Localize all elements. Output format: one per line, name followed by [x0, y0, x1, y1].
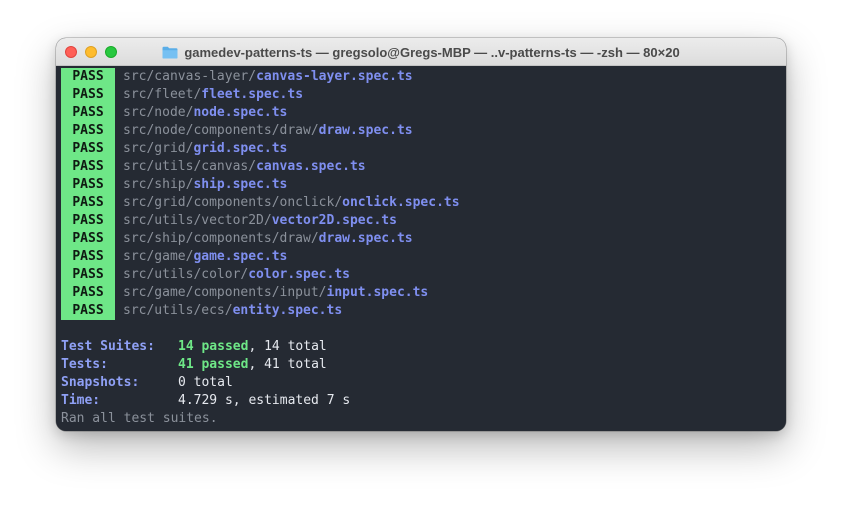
test-file-dir: src/game/ [123, 249, 194, 264]
pass-badge: PASS [61, 68, 115, 86]
test-results-list: PASS src/canvas-layer/canvas-layer.spec.t… [61, 68, 781, 320]
pass-badge: PASS [61, 122, 115, 140]
window-title-area: gamedev-patterns-ts — gregsolo@Gregs-MBP… [56, 38, 786, 66]
test-result-row: PASS src/node/components/draw/draw.spec.t… [61, 122, 781, 140]
pass-badge: PASS [61, 230, 115, 248]
summary-label: Tests: [61, 357, 108, 372]
test-result-row: PASS src/fleet/fleet.spec.ts [61, 86, 781, 104]
test-file-dir: src/utils/vector2D/ [123, 213, 272, 228]
test-file-dir: src/utils/ecs/ [123, 303, 233, 318]
terminal-output[interactable]: PASS src/canvas-layer/canvas-layer.spec.t… [61, 68, 781, 428]
test-file-name: canvas.spec.ts [256, 159, 366, 174]
pass-badge: PASS [61, 212, 115, 230]
pass-badge: PASS [61, 158, 115, 176]
title-bar[interactable]: gamedev-patterns-ts — gregsolo@Gregs-MBP… [56, 38, 786, 66]
terminal-window: gamedev-patterns-ts — gregsolo@Gregs-MBP… [56, 38, 786, 431]
pass-badge: PASS [61, 248, 115, 266]
pass-badge: PASS [61, 284, 115, 302]
summary-value: 4.729 s, estimated 7 s [178, 393, 351, 408]
summary-footer: Ran all test suites. [61, 410, 781, 428]
test-file-name: color.spec.ts [248, 267, 350, 282]
test-file-name: entity.spec.ts [232, 303, 343, 318]
summary-snapshots: Snapshots: 0 total [61, 374, 781, 392]
test-result-row: PASS src/node/node.spec.ts [61, 104, 781, 122]
test-file-name: node.spec.ts [193, 105, 288, 120]
test-result-row: PASS src/utils/ecs/entity.spec.ts [61, 302, 781, 320]
summary-value: 0 total [178, 375, 233, 390]
test-result-row: PASS src/grid/grid.spec.ts [61, 140, 781, 158]
test-file-name: draw.spec.ts [318, 123, 413, 138]
summary-total: , 41 total [248, 357, 327, 372]
pass-badge: PASS [61, 86, 115, 104]
test-result-row: PASS src/utils/vector2D/vector2D.spec.ts [61, 212, 781, 230]
footer-text: Ran all test suites. [61, 411, 218, 426]
test-file-dir: src/utils/canvas/ [123, 159, 257, 174]
test-file-dir: src/canvas-layer/ [123, 69, 257, 84]
summary-label: Time: [61, 393, 101, 408]
test-file-name: input.spec.ts [326, 285, 429, 300]
test-file-dir: src/node/ [123, 105, 194, 120]
test-file-name: canvas-layer.spec.ts [256, 69, 413, 84]
test-file-name: fleet.spec.ts [201, 87, 304, 102]
pass-badge: PASS [61, 176, 115, 194]
test-file-dir: src/game/components/input/ [123, 285, 327, 300]
test-file-dir: src/utils/color/ [123, 267, 249, 282]
pass-badge: PASS [61, 266, 115, 284]
test-result-row: PASS src/utils/color/color.spec.ts [61, 266, 781, 284]
pass-badge: PASS [61, 140, 115, 158]
test-file-name: vector2D.spec.ts [271, 213, 397, 228]
test-file-dir: src/ship/ [123, 177, 194, 192]
pass-badge: PASS [61, 194, 115, 212]
test-result-row: PASS src/game/components/input/input.spec… [61, 284, 781, 302]
test-file-dir: src/grid/components/onclick/ [123, 195, 343, 210]
test-file-name: grid.spec.ts [193, 141, 288, 156]
test-file-dir: src/grid/ [123, 141, 194, 156]
folder-icon [162, 46, 178, 59]
test-result-row: PASS src/grid/components/onclick/onclick.… [61, 194, 781, 212]
test-file-name: ship.spec.ts [193, 177, 288, 192]
test-result-row: PASS src/utils/canvas/canvas.spec.ts [61, 158, 781, 176]
test-result-row: PASS src/game/game.spec.ts [61, 248, 781, 266]
summary-passed: 41 passed [178, 357, 249, 372]
summary-label: Snapshots: [61, 375, 140, 390]
summary-passed: 14 passed [178, 339, 249, 354]
pass-badge: PASS [61, 302, 115, 320]
summary-tests: Tests: 41 passed, 41 total [61, 356, 781, 374]
test-file-name: draw.spec.ts [318, 231, 413, 246]
summary-total: , 14 total [248, 339, 327, 354]
test-file-name: game.spec.ts [193, 249, 288, 264]
window-title: gamedev-patterns-ts — gregsolo@Gregs-MBP… [184, 44, 680, 60]
test-result-row: PASS src/ship/ship.spec.ts [61, 176, 781, 194]
summary-time: Time: 4.729 s, estimated 7 s [61, 392, 781, 410]
test-file-name: onclick.spec.ts [342, 195, 460, 210]
summary-label: Test Suites: [61, 339, 155, 354]
test-file-dir: src/ship/components/draw/ [123, 231, 319, 246]
test-result-row: PASS src/ship/components/draw/draw.spec.t… [61, 230, 781, 248]
summary-suites: Test Suites: 14 passed, 14 total [61, 338, 781, 356]
test-file-dir: src/node/components/draw/ [123, 123, 319, 138]
test-result-row: PASS src/canvas-layer/canvas-layer.spec.t… [61, 68, 781, 86]
pass-badge: PASS [61, 104, 115, 122]
test-file-dir: src/fleet/ [123, 87, 202, 102]
